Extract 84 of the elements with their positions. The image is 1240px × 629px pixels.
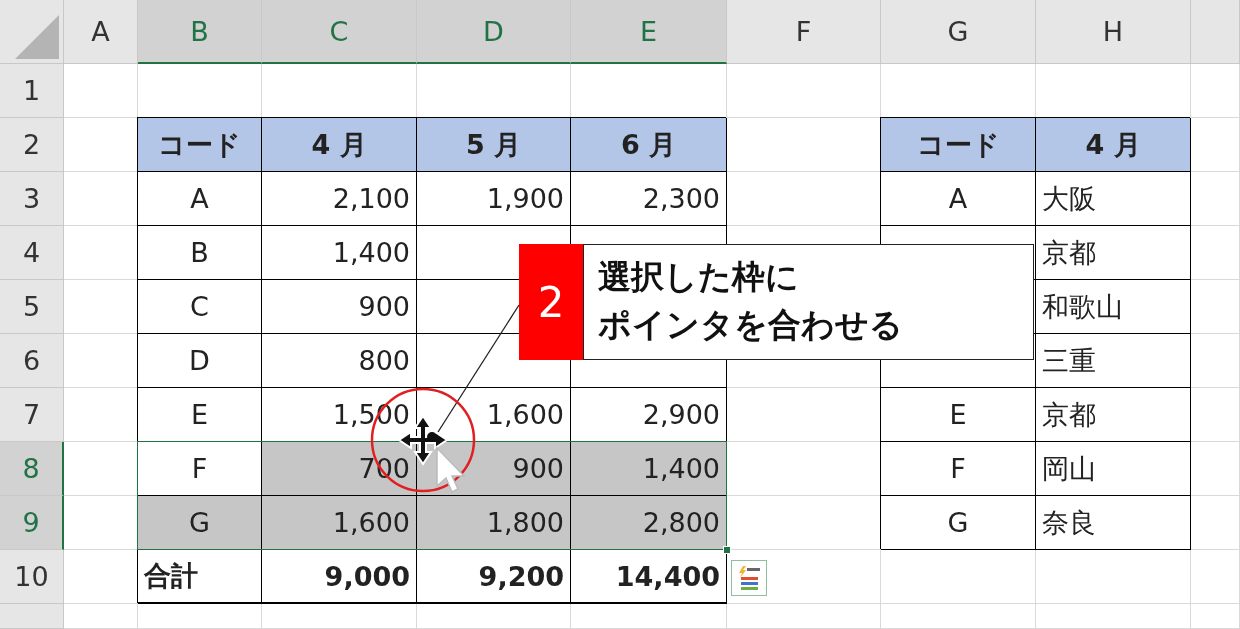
table-cell: E <box>138 388 262 442</box>
table-cell: 2,300 <box>571 172 727 226</box>
callout-text: ポインタを合わせる <box>598 303 903 346</box>
empty-cell[interactable] <box>1191 334 1240 388</box>
column-header[interactable]: G <box>881 0 1036 64</box>
table-cell: 合計 <box>138 550 262 604</box>
table-cell: 大阪 <box>1036 172 1191 226</box>
row-header[interactable]: 9 <box>0 496 64 550</box>
select-all-button[interactable] <box>0 0 64 64</box>
empty-cell[interactable] <box>1036 550 1191 604</box>
empty-cell[interactable] <box>881 550 1036 604</box>
empty-cell[interactable] <box>417 604 571 629</box>
empty-cell[interactable] <box>1191 226 1240 280</box>
table-cell: A <box>138 172 262 226</box>
table-header-cell: コード <box>138 118 262 172</box>
row-header[interactable] <box>0 604 64 629</box>
pointer-cursor-icon <box>436 446 466 494</box>
table-header-cell: コード <box>881 118 1036 172</box>
table-cell: 1,900 <box>417 172 571 226</box>
table-cell: 三重 <box>1036 334 1191 388</box>
table-cell: C <box>138 280 262 334</box>
table-cell: 2,100 <box>262 172 417 226</box>
table-cell: F <box>881 442 1036 496</box>
table-cell: 京都 <box>1036 226 1191 280</box>
table-cell: 9,200 <box>417 550 571 604</box>
table-cell: 2,800 <box>571 496 727 550</box>
empty-cell[interactable] <box>138 604 262 629</box>
row-header[interactable]: 2 <box>0 118 64 172</box>
column-header[interactable]: F <box>727 0 881 64</box>
table-cell: D <box>138 334 262 388</box>
column-header[interactable]: H <box>1036 0 1191 64</box>
column-header[interactable] <box>1191 0 1240 64</box>
table-cell: B <box>138 226 262 280</box>
column-header[interactable]: D <box>417 0 571 64</box>
table-header-cell: 6 月 <box>571 118 727 172</box>
table-cell: G <box>138 496 262 550</box>
column-header[interactable]: A <box>64 0 138 64</box>
table-cell: 900 <box>262 280 417 334</box>
table-header-cell: 4 月 <box>262 118 417 172</box>
empty-cell[interactable] <box>1191 550 1240 604</box>
row-header[interactable]: 7 <box>0 388 64 442</box>
empty-cell[interactable] <box>1036 604 1191 629</box>
row-header[interactable]: 6 <box>0 334 64 388</box>
table-cell: 奈良 <box>1036 496 1191 550</box>
table-cell: 岡山 <box>1036 442 1191 496</box>
empty-cell[interactable] <box>1191 388 1240 442</box>
empty-cell[interactable] <box>571 604 727 629</box>
callout-text: 選択した枠に <box>598 256 799 298</box>
empty-cell[interactable] <box>1191 442 1240 496</box>
empty-cell[interactable] <box>262 604 417 629</box>
column-header[interactable]: C <box>262 0 417 64</box>
table-cell: G <box>881 496 1036 550</box>
table-cell: 1,600 <box>262 496 417 550</box>
table-cell: A <box>881 172 1036 226</box>
empty-cell[interactable] <box>1191 280 1240 334</box>
quick-analysis-icon[interactable] <box>731 560 767 596</box>
table-cell: 1,400 <box>571 442 727 496</box>
table-cell: 9,000 <box>262 550 417 604</box>
empty-cell[interactable] <box>1191 172 1240 226</box>
column-header[interactable]: B <box>138 0 262 64</box>
fill-handle[interactable] <box>723 546 731 554</box>
empty-cell[interactable] <box>727 604 881 629</box>
empty-cell[interactable] <box>1191 118 1240 172</box>
table-cell: 和歌山 <box>1036 280 1191 334</box>
table-cell: 1,400 <box>262 226 417 280</box>
row-header[interactable]: 5 <box>0 280 64 334</box>
table-cell: 14,400 <box>571 550 727 604</box>
step-number: 2 <box>519 244 583 360</box>
empty-cell[interactable] <box>1191 496 1240 550</box>
empty-cell[interactable] <box>1191 604 1240 629</box>
table-cell: 1,800 <box>417 496 571 550</box>
table-header-cell: 4 月 <box>1036 118 1191 172</box>
table-cell: 京都 <box>1036 388 1191 442</box>
row-header[interactable]: 4 <box>0 226 64 280</box>
row-header[interactable]: 10 <box>0 550 64 604</box>
column-header[interactable]: E <box>571 0 727 64</box>
table-header-cell: 5 月 <box>417 118 571 172</box>
row-header[interactable]: 1 <box>0 64 64 118</box>
row-header[interactable]: 8 <box>0 442 64 496</box>
row-header[interactable]: 3 <box>0 172 64 226</box>
table-cell: 800 <box>262 334 417 388</box>
empty-cell[interactable] <box>881 604 1036 629</box>
table-cell: E <box>881 388 1036 442</box>
empty-cell[interactable] <box>727 64 881 118</box>
